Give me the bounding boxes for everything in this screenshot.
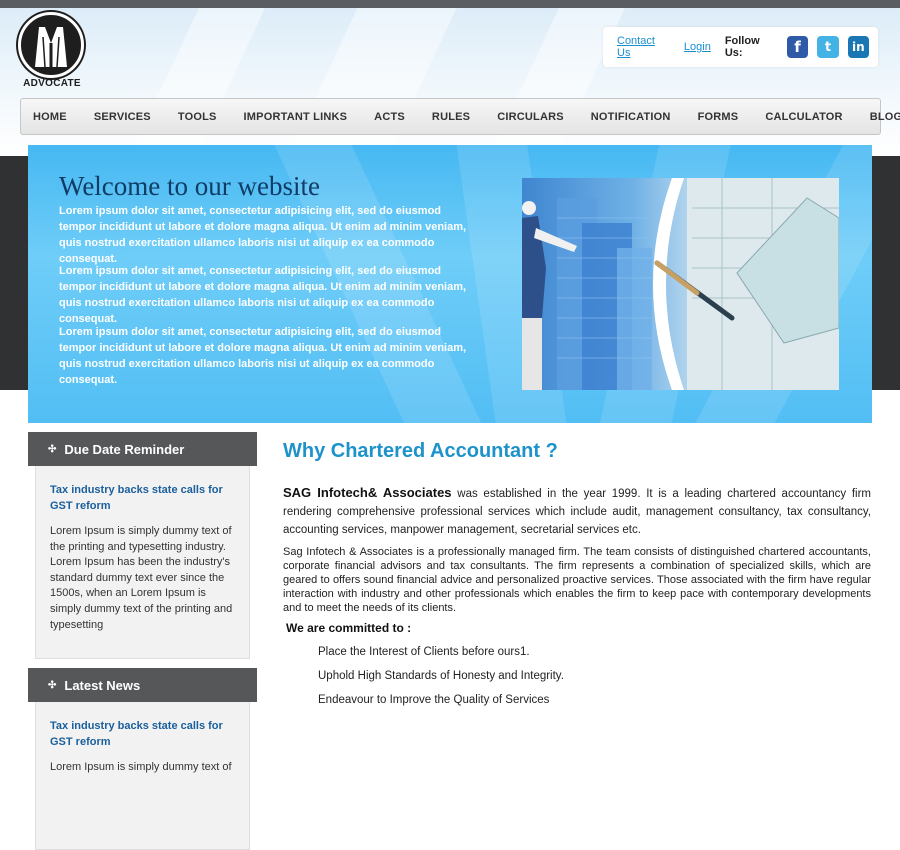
main-nav: HOME SERVICES TOOLS IMPORTANT LINKS ACTS… bbox=[20, 98, 900, 135]
list-item: Uphold High Standards of Honesty and Int… bbox=[318, 670, 564, 682]
follow-us-label: Follow Us: bbox=[724, 35, 760, 59]
list-item: Endeavour to Improve the Quality of Serv… bbox=[318, 694, 550, 706]
page-heading: Why Chartered Accountant ? bbox=[283, 440, 558, 462]
contact-us-link[interactable]: Contact Us bbox=[617, 35, 670, 59]
site-logo[interactable]: ADVOCATE bbox=[17, 12, 87, 92]
banner-paragraph-1: Lorem ipsum dolor sit amet, consectetur … bbox=[59, 205, 467, 265]
nav-tools[interactable]: TOOLS bbox=[178, 111, 217, 123]
login-link[interactable]: Login bbox=[684, 41, 711, 53]
firm-description: Sag Infotech & Associates is a professio… bbox=[283, 546, 871, 614]
committed-heading: We are committed to : bbox=[286, 621, 412, 635]
bullet-icon: ✣ bbox=[48, 679, 57, 691]
latest-news-box: ✣ Latest News Tax industry backs state c… bbox=[28, 668, 257, 850]
advocate-robe-icon bbox=[18, 12, 84, 78]
nav-circulars[interactable]: CIRCULARS bbox=[497, 111, 564, 123]
nav-blogs[interactable]: BLOGS bbox=[870, 111, 900, 123]
latest-news-body: Tax industry backs state calls for GST r… bbox=[35, 702, 250, 850]
list-item: Place the Interest of Clients before our… bbox=[318, 646, 530, 658]
top-links-bar: Contact Us Login Follow Us: f t in bbox=[603, 27, 878, 67]
nav-forms[interactable]: FORMS bbox=[698, 111, 739, 123]
due-date-reminder-title: Due Date Reminder bbox=[64, 441, 185, 457]
latest-news-header: ✣ Latest News bbox=[28, 668, 257, 702]
bullet-icon: ✣ bbox=[48, 443, 57, 455]
due-date-reminder-body: Tax industry backs state calls for GST r… bbox=[35, 466, 250, 659]
facebook-icon[interactable]: f bbox=[786, 36, 809, 58]
nav-acts[interactable]: ACTS bbox=[374, 111, 405, 123]
due-date-news-link[interactable]: Tax industry backs state calls for GST r… bbox=[50, 482, 235, 514]
nav-home[interactable]: HOME bbox=[33, 111, 67, 123]
nav-important-links[interactable]: IMPORTANT LINKS bbox=[244, 111, 348, 123]
company-name: SAG Infotech& Associates bbox=[283, 485, 452, 500]
banner-title: Welcome to our website bbox=[59, 171, 320, 201]
due-date-reminder-header: ✣ Due Date Reminder bbox=[28, 432, 257, 466]
banner-paragraph-3: Lorem ipsum dolor sit amet, consectetur … bbox=[59, 326, 467, 386]
banner-image bbox=[522, 178, 839, 390]
latest-news-title: Latest News bbox=[64, 677, 141, 693]
banner-paragraph-2: Lorem ipsum dolor sit amet, consectetur … bbox=[59, 265, 467, 325]
latest-news-text: Lorem Ipsum is simply dummy text of bbox=[50, 761, 232, 773]
nav-services[interactable]: SERVICES bbox=[94, 111, 151, 123]
welcome-banner: Welcome to our website Lorem ipsum dolor… bbox=[28, 145, 872, 423]
nav-rules[interactable]: RULES bbox=[432, 111, 470, 123]
latest-news-link[interactable]: Tax industry backs state calls for GST r… bbox=[50, 718, 235, 750]
top-strip bbox=[0, 0, 900, 8]
commitment-list: Place the Interest of Clients before our… bbox=[318, 644, 564, 716]
nav-notification[interactable]: NOTIFICATION bbox=[591, 111, 671, 123]
linkedin-icon[interactable]: in bbox=[847, 36, 869, 58]
intro-paragraph: SAG Infotech& Associates was established… bbox=[283, 484, 871, 539]
logo-text: ADVOCATE bbox=[23, 78, 81, 89]
due-date-reminder-box: ✣ Due Date Reminder Tax industry backs s… bbox=[28, 432, 257, 659]
due-date-text: Lorem Ipsum is simply dummy text of the … bbox=[50, 525, 233, 631]
twitter-icon[interactable]: t bbox=[817, 36, 839, 58]
nav-calculator[interactable]: CALCULATOR bbox=[765, 111, 842, 123]
